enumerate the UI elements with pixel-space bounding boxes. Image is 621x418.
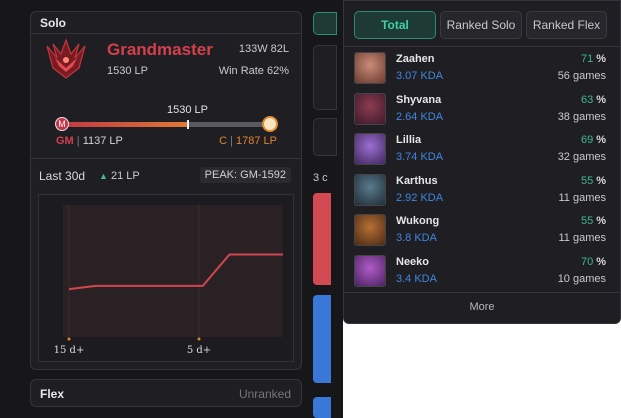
champion-row[interactable]: Neeko 3.4 KDA 70% 10 games xyxy=(344,251,620,291)
lp-progress-fill xyxy=(63,122,188,127)
tab-ranked-flex[interactable]: Ranked Flex xyxy=(526,11,607,39)
last30-stats: Last 30d ▲ 21 LP PEAK: GM-1592 xyxy=(31,158,301,190)
champion-kda: 2.64 KDA xyxy=(396,110,444,123)
tab-ranked-solo[interactable]: Ranked Solo xyxy=(440,11,522,39)
grandmaster-badge-icon: M xyxy=(55,117,69,131)
champion-name: Lillia xyxy=(396,134,422,147)
last30-label: Last 30d xyxy=(39,169,86,183)
chart-plot-area xyxy=(63,205,283,337)
lp-progress: 1530 LP M GM | 1137 LP C | 1787 LP xyxy=(31,86,301,158)
tab-total[interactable]: Total xyxy=(354,11,436,39)
lp-progress-track xyxy=(63,120,271,129)
chart-x-label: 5 d+ xyxy=(187,345,211,356)
champion-winrate: 70% xyxy=(580,256,606,268)
win-rate: Win Rate 62% xyxy=(218,65,289,77)
chart-x-label: 15 d+ xyxy=(54,345,85,356)
lp-chart: 15 d+ 5 d+ xyxy=(38,194,294,362)
grandmaster-emblem-icon xyxy=(46,38,86,79)
middle-tag-text: 3 c xyxy=(313,172,328,184)
champion-row[interactable]: Lillia 3.74 KDA 69% 32 games xyxy=(344,129,620,169)
chart-x-tick xyxy=(197,337,201,341)
champion-avatar-icon xyxy=(354,173,386,206)
solo-panel-title: Solo xyxy=(31,12,301,34)
up-triangle-icon: ▲ xyxy=(99,171,108,181)
lp-delta: ▲ 21 LP xyxy=(99,170,140,182)
rank-summary: Grandmaster 1530 LP 133W 82L Win Rate 62… xyxy=(31,34,301,86)
champion-games: 11 games xyxy=(558,191,607,204)
flex-rank-panel: Flex Unranked xyxy=(30,379,302,407)
champion-name: Wukong xyxy=(396,215,440,228)
match-loss-strip xyxy=(313,193,331,285)
champion-winrate: 55% xyxy=(580,174,606,187)
champion-row[interactable]: Shyvana 2.64 KDA 63% 38 games xyxy=(344,89,620,129)
champion-winrate: 55% xyxy=(580,215,606,228)
champion-row[interactable]: Karthus 2.92 KDA 55% 11 games xyxy=(344,170,620,210)
champion-games: 38 games xyxy=(557,110,606,123)
champion-games: 32 games xyxy=(557,151,606,164)
tier-name: Grandmaster xyxy=(107,40,213,59)
more-button[interactable]: More xyxy=(344,292,620,323)
champion-winrate: 63% xyxy=(580,93,606,106)
champion-name: Zaahen xyxy=(396,53,435,65)
champion-games: 56 games xyxy=(557,70,606,82)
flex-status: Unranked xyxy=(238,387,291,401)
match-win-strip-2 xyxy=(313,397,331,418)
champion-name: Karthus xyxy=(396,174,438,187)
champion-avatar-icon xyxy=(354,255,386,287)
current-lp-label: 1530 LP xyxy=(167,104,208,116)
champion-winrate: 69% xyxy=(580,134,606,147)
flex-panel-title: Flex xyxy=(40,387,65,401)
win-loss-record: 133W 82L xyxy=(238,43,289,55)
upper-threshold: C | 1787 LP xyxy=(219,135,277,147)
middle-card-fragment-2 xyxy=(313,118,337,156)
chart-x-tick xyxy=(67,337,71,341)
champion-name: Shyvana xyxy=(396,93,442,106)
middle-tab-fragment[interactable] xyxy=(313,12,337,35)
queue-tabs: Total Ranked Solo Ranked Flex xyxy=(344,1,620,47)
champion-games: 11 games xyxy=(558,232,607,245)
champion-winrate: 71% xyxy=(580,53,606,65)
champion-kda: 3.07 KDA xyxy=(396,70,444,82)
champion-name: Neeko xyxy=(396,256,430,268)
champion-row[interactable]: Zaahen 3.07 KDA 71% 56 games xyxy=(344,48,620,88)
champion-avatar-icon xyxy=(354,92,386,125)
lower-threshold: GM | 1137 LP xyxy=(56,135,123,147)
lp-progress-marker xyxy=(186,120,189,129)
champion-avatar-icon xyxy=(354,214,386,247)
champion-stats-panel: Total Ranked Solo Ranked Flex Zaahen 3.07… xyxy=(343,0,621,324)
peak-badge: PEAK: GM-1592 xyxy=(199,167,291,183)
match-win-strip xyxy=(313,295,331,383)
champion-row[interactable]: Wukong 3.8 KDA 55% 11 games xyxy=(344,210,620,250)
middle-card-fragment xyxy=(313,45,337,110)
champion-kda: 3.74 KDA xyxy=(396,151,444,164)
lp-value: 1530 LP xyxy=(107,65,148,77)
champion-games: 10 games xyxy=(557,273,606,285)
champion-kda: 2.92 KDA xyxy=(396,191,444,204)
champion-kda: 3.8 KDA xyxy=(396,232,437,245)
champion-avatar-icon xyxy=(354,133,386,166)
lp-chart-svg: 15 d+ 5 d+ xyxy=(54,205,283,356)
champion-avatar-icon xyxy=(354,52,386,84)
challenger-badge-icon xyxy=(262,116,278,132)
champion-kda: 3.4 KDA xyxy=(396,273,437,285)
